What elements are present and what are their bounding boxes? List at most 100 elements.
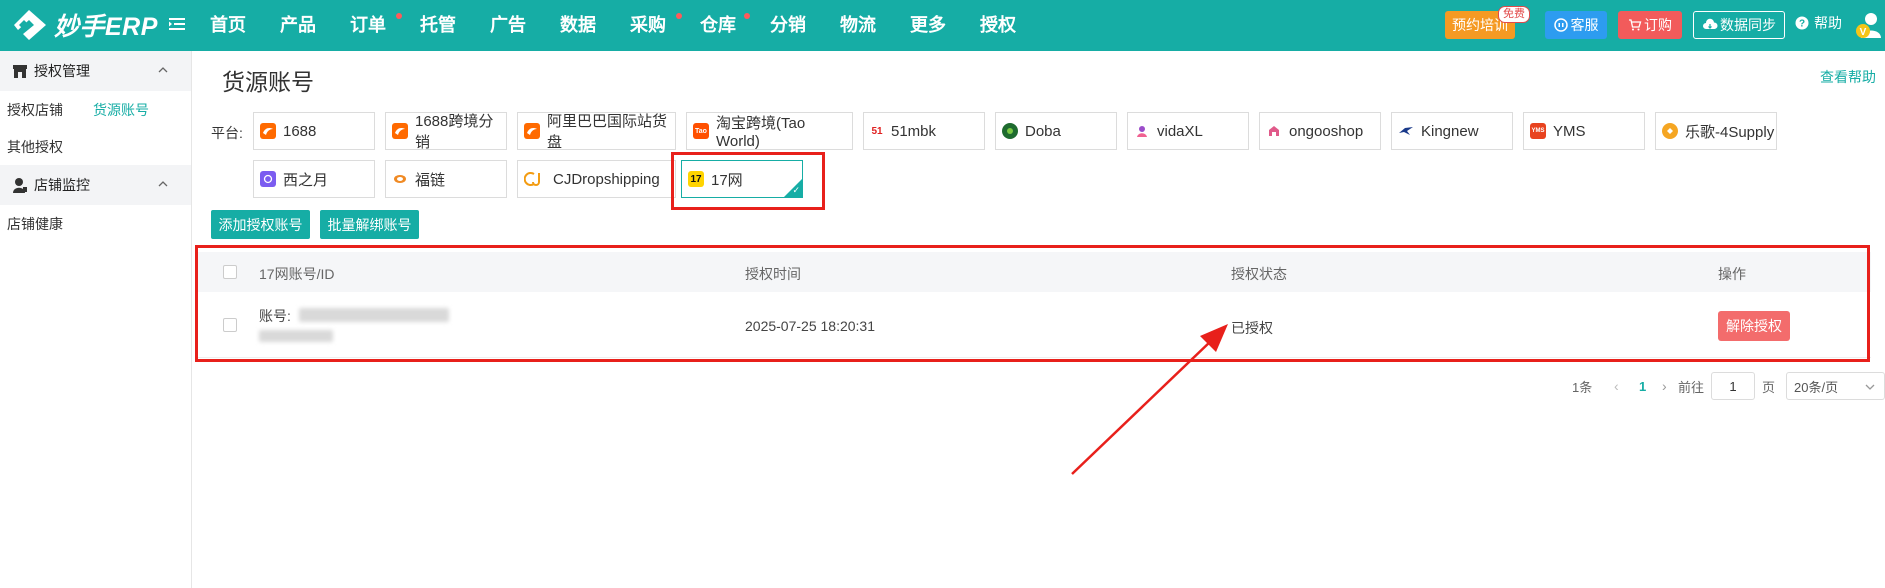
platform-chip-51mbk[interactable]: 51 51mbk: [863, 112, 985, 150]
total-count: 1条: [1572, 379, 1593, 395]
logo-text: 妙手ERP: [54, 13, 158, 41]
platform-chip-xizhiyue[interactable]: 西之月: [253, 160, 375, 198]
nav-more[interactable]: 更多: [910, 0, 980, 51]
chevron-up-icon: [158, 181, 168, 187]
nav-orders[interactable]: 订单: [350, 0, 420, 51]
platform-chip-vidaxl[interactable]: vidaXL: [1127, 112, 1249, 150]
platform-chip-fulian[interactable]: 福链: [385, 160, 507, 198]
fulian-icon: [392, 171, 408, 187]
subscribe-label: 订购: [1644, 17, 1672, 33]
page-size-value: 20条/页: [1794, 379, 1839, 395]
top-navigation-bar: 妙手ERP 首页 产品 订单 托管 广告 数据 采购 仓库 分销 物流 更多 授…: [0, 0, 1885, 51]
nav-purchasing[interactable]: 采购: [630, 0, 700, 51]
annotation-arrow-icon: [1071, 324, 1228, 475]
annotation-highlight-box: [671, 152, 825, 210]
platform-chip-label: vidaXL: [1157, 122, 1203, 140]
platform-chip-label: 1688跨境分销: [415, 113, 494, 151]
annotation-highlight-box: [195, 245, 1870, 362]
batch-unbind-accounts-button[interactable]: 批量解绑账号: [320, 210, 419, 239]
page-title: 货源账号: [222, 69, 314, 95]
platform-chip-alibaba-intl[interactable]: 阿里巴巴国际站货盘: [517, 112, 676, 151]
platform-chip-doba[interactable]: Doba: [995, 112, 1117, 150]
platform-chip-kingnew[interactable]: Kingnew: [1391, 112, 1513, 150]
notification-dot: [676, 13, 682, 19]
view-help-link[interactable]: 查看帮助: [1820, 67, 1876, 87]
platform-chip-label: YMS: [1553, 122, 1586, 140]
platform-chip-label: Doba: [1025, 122, 1061, 140]
ongooshop-icon: [1266, 123, 1282, 139]
sidebar-item-source-accounts[interactable]: 货源账号: [93, 100, 149, 120]
chevron-down-icon: [1865, 384, 1875, 390]
1688-icon: [392, 123, 408, 139]
customer-service-button[interactable]: 客服: [1545, 11, 1607, 39]
menu-toggle-icon[interactable]: [168, 15, 186, 33]
next-page-icon[interactable]: ›: [1662, 372, 1667, 400]
nav-ads[interactable]: 广告: [490, 0, 560, 51]
xizhiyue-icon: [260, 171, 276, 187]
platform-chip-taobao-crossborder[interactable]: Tao 淘宝跨境(Tao World): [686, 112, 853, 150]
sidebar-item-authorized-stores[interactable]: 授权店铺: [7, 100, 63, 120]
page-size-select[interactable]: 20条/页: [1786, 372, 1885, 400]
help-label: 帮助: [1814, 15, 1842, 31]
doba-icon: [1002, 123, 1018, 139]
help-button[interactable]: ? 帮助: [1795, 13, 1842, 33]
alibaba-icon: [524, 123, 540, 139]
platform-chip-label: Kingnew: [1421, 122, 1479, 140]
nav-products[interactable]: 产品: [280, 0, 350, 51]
1688-icon: [260, 123, 276, 139]
platform-chip-cjdropshipping[interactable]: CJDropshipping: [517, 160, 676, 198]
logo[interactable]: 妙手ERP: [10, 8, 158, 42]
sidebar-item-store-health[interactable]: 店铺健康: [7, 214, 63, 234]
sidebar-row: 授权店铺 货源账号: [0, 91, 191, 128]
notification-dot: [396, 13, 402, 19]
platform-chip-yms[interactable]: YMS YMS: [1523, 112, 1645, 150]
nav-authorization[interactable]: 授权: [980, 0, 1050, 51]
nav-home[interactable]: 首页: [210, 0, 280, 51]
cart-icon: [1629, 19, 1642, 31]
sidebar-row: 店铺健康: [0, 205, 191, 242]
page-jump-input[interactable]: 1: [1711, 372, 1755, 400]
platform-chip-ongooshop[interactable]: ongooshop: [1259, 112, 1381, 150]
platform-chip-label: CJDropshipping: [553, 170, 660, 188]
platform-chip-label: 阿里巴巴国际站货盘: [547, 113, 668, 151]
platform-chip-1688[interactable]: 1688: [253, 112, 375, 150]
user-avatar-icon[interactable]: V: [1853, 10, 1885, 40]
platform-chip-label: 福链: [415, 171, 446, 189]
sidebar-group-store-monitoring[interactable]: 店铺监控: [0, 165, 191, 205]
platform-chip-label: 乐歌-4Supply: [1685, 123, 1775, 141]
nav-hosting[interactable]: 托管: [420, 0, 490, 51]
main-nav: 首页 产品 订单 托管 广告 数据 采购 仓库 分销 物流 更多 授权: [210, 0, 1050, 51]
goto-label: 前往: [1678, 379, 1705, 395]
chevron-up-icon: [158, 67, 168, 73]
svg-text:?: ?: [1799, 19, 1805, 30]
store-icon: [13, 64, 27, 78]
page-number-1[interactable]: 1: [1639, 372, 1646, 400]
svg-text:V: V: [1860, 27, 1867, 38]
nav-data[interactable]: 数据: [560, 0, 630, 51]
platform-chip-label: 西之月: [283, 171, 329, 189]
nav-distribution[interactable]: 分销: [770, 0, 840, 51]
add-authorized-account-button[interactable]: 添加授权账号: [211, 210, 310, 239]
logo-mark-icon: [14, 10, 46, 40]
sidebar-group-label: 店铺监控: [34, 177, 90, 193]
nav-logistics[interactable]: 物流: [840, 0, 910, 51]
customer-service-label: 客服: [1570, 17, 1599, 33]
platform-chip-1688-crossborder[interactable]: 1688跨境分销: [385, 112, 507, 151]
sidebar-item-other-authorizations[interactable]: 其他授权: [7, 137, 63, 157]
sidebar-group-label: 授权管理: [34, 63, 90, 79]
subscribe-button[interactable]: 订购: [1618, 11, 1682, 39]
nav-warehouse[interactable]: 仓库: [700, 0, 770, 51]
51mbk-icon: 51: [870, 123, 884, 139]
taobao-icon: Tao: [693, 123, 709, 139]
question-icon: ?: [1795, 16, 1809, 30]
prev-page-icon[interactable]: ‹: [1614, 372, 1619, 400]
data-sync-label: 数据同步: [1720, 17, 1776, 33]
kingnew-icon: [1398, 123, 1414, 139]
headset-icon: [1553, 18, 1568, 32]
sidebar-group-authorization[interactable]: 授权管理: [0, 51, 191, 91]
platform-chip-loctek-4supply[interactable]: 乐歌-4Supply: [1655, 112, 1777, 150]
platform-chip-label: 淘宝跨境(Tao World): [716, 115, 806, 150]
platform-label: 平台:: [211, 125, 243, 141]
data-sync-button[interactable]: 数据同步: [1693, 11, 1785, 39]
platform-chip-label: ongooshop: [1289, 122, 1364, 140]
